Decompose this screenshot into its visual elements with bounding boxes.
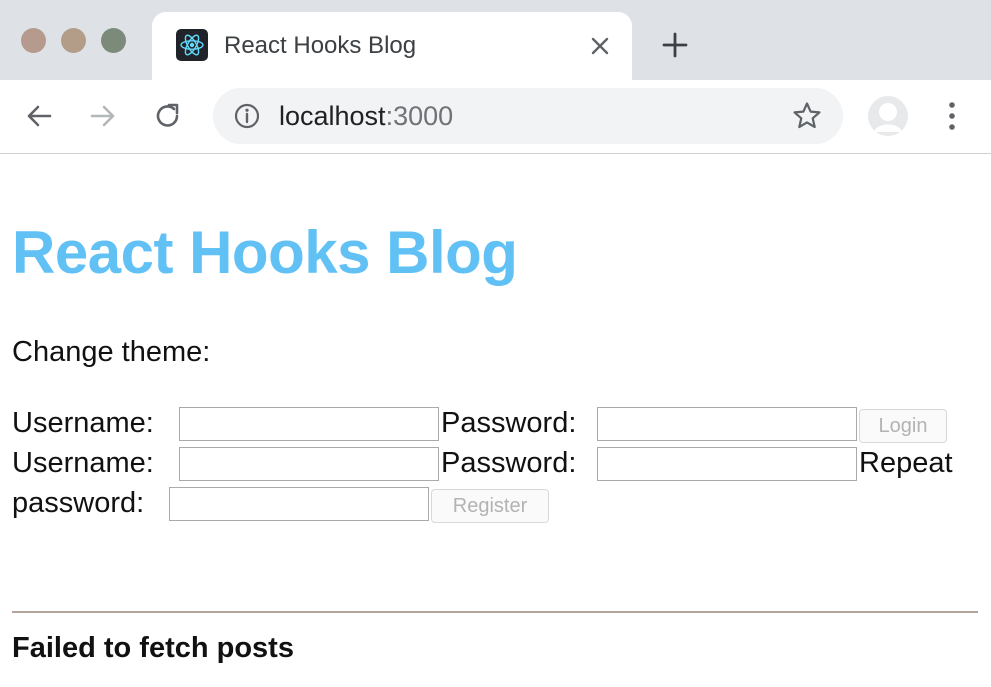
error-message: Failed to fetch posts: [12, 632, 294, 664]
info-icon[interactable]: [233, 102, 261, 130]
kebab-menu-icon[interactable]: [940, 98, 964, 134]
register-repeat-label: Repeat: [859, 447, 953, 479]
url-port: :3000: [385, 101, 454, 131]
login-password-input[interactable]: [597, 407, 857, 441]
new-tab-plus-icon[interactable]: [660, 30, 690, 60]
login-password-label: Password:: [441, 407, 577, 439]
login-button[interactable]: Login: [859, 409, 947, 443]
tab-title: React Hooks Blog: [224, 32, 417, 59]
reload-icon[interactable]: [151, 99, 185, 133]
page-title: React Hooks Blog: [12, 219, 518, 286]
login-username-input[interactable]: [179, 407, 439, 441]
window-minimize-button[interactable]: [61, 28, 86, 53]
back-arrow-icon[interactable]: [22, 99, 56, 133]
page-content: React Hooks Blog Change theme: Username:…: [0, 154, 991, 687]
register-password-label: Password:: [441, 447, 577, 479]
register-password-input[interactable]: [597, 447, 857, 481]
url-host: localhost: [279, 101, 386, 131]
register-repeat-label-cont: password:: [12, 487, 145, 519]
register-repeat-password-input[interactable]: [169, 487, 429, 521]
profile-avatar-icon[interactable]: [868, 96, 908, 136]
close-icon[interactable]: [586, 32, 614, 60]
window-maximize-button[interactable]: [101, 28, 126, 53]
register-username-input[interactable]: [179, 447, 439, 481]
react-icon: [176, 29, 208, 61]
forward-arrow-icon[interactable]: [86, 99, 120, 133]
register-button[interactable]: Register: [431, 489, 549, 523]
divider: [12, 611, 978, 613]
register-username-label: Username:: [12, 447, 154, 479]
theme-label: Change theme:: [12, 336, 211, 368]
login-username-label: Username:: [12, 407, 154, 439]
window-close-button[interactable]: [21, 28, 46, 53]
bookmark-star-icon[interactable]: [791, 100, 823, 132]
url-text[interactable]: localhost:3000: [279, 101, 453, 132]
browser-toolbar: localhost:3000: [0, 80, 991, 154]
address-bar[interactable]: localhost:3000: [213, 88, 843, 144]
browser-tabstrip: React Hooks Blog: [0, 0, 991, 80]
browser-tab[interactable]: React Hooks Blog: [152, 12, 632, 80]
